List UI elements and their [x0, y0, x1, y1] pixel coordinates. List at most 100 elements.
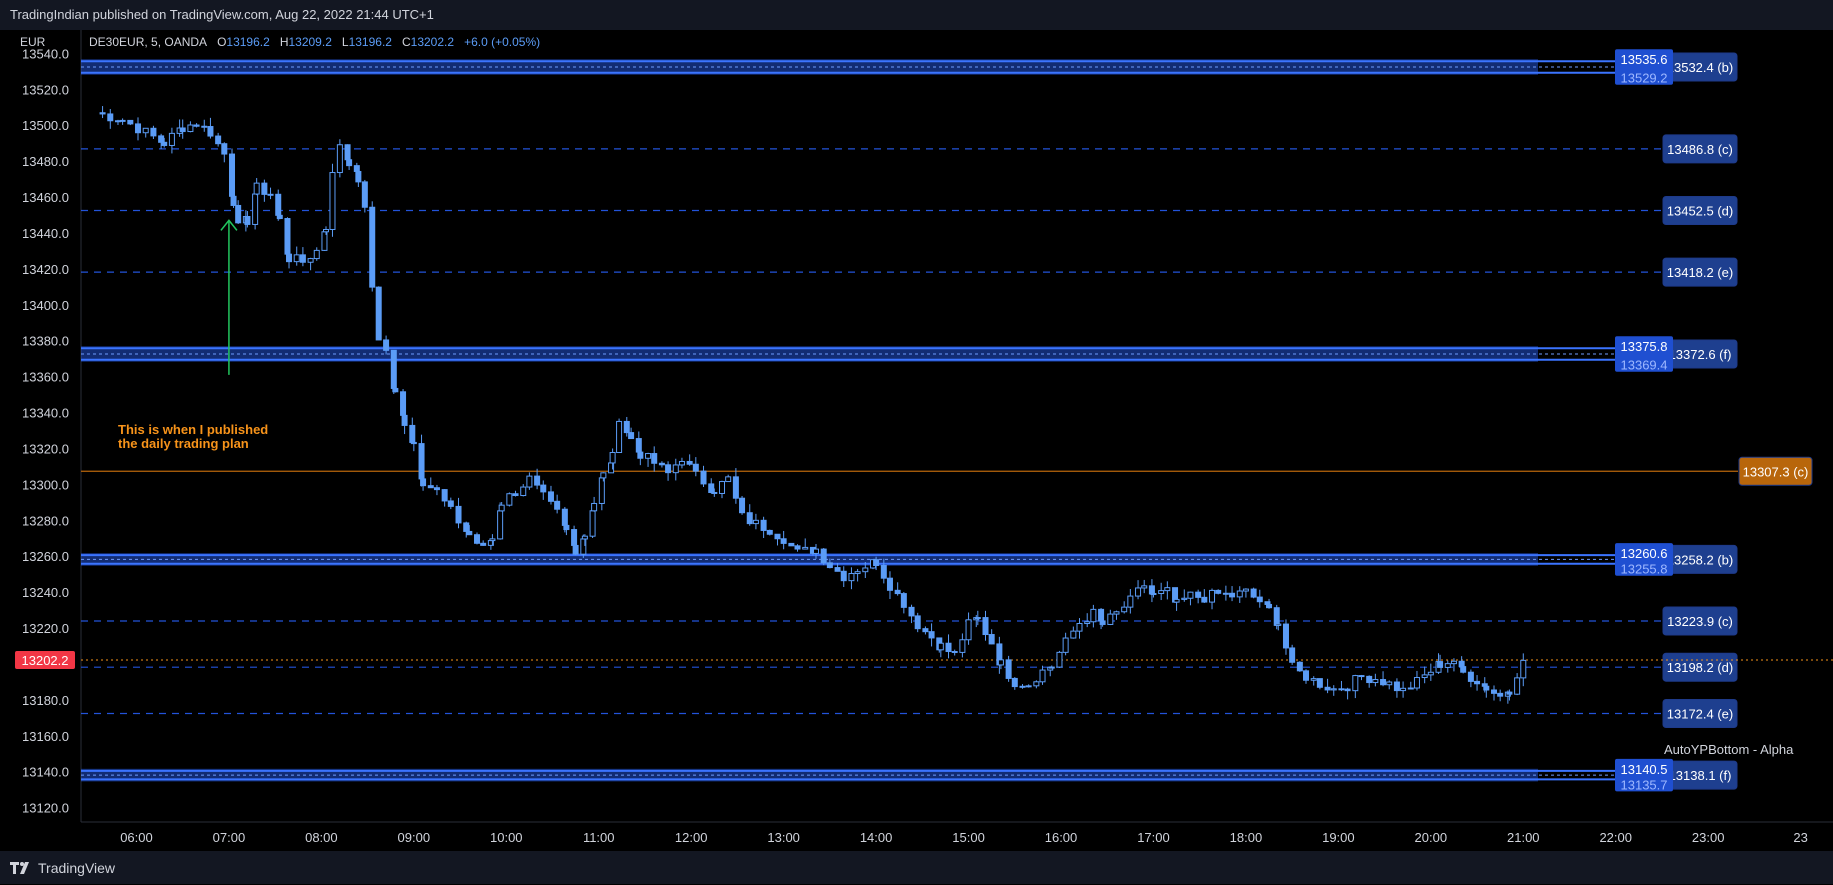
candle-body [563, 524, 570, 531]
candle-body [820, 548, 827, 564]
current-price-label: 13202.2 [22, 653, 69, 668]
candle-body [1250, 588, 1257, 598]
candle-body [982, 617, 989, 636]
zone-label: 13532.4 (b) [1667, 60, 1734, 75]
candle-body [1372, 679, 1379, 684]
candle-body [1141, 585, 1148, 589]
candle-body [1289, 647, 1296, 663]
candle-body [1173, 598, 1180, 603]
candle-body [1076, 622, 1083, 632]
candle-body [886, 577, 893, 591]
legend-symbol[interactable]: DE30EUR, 5, OANDA [89, 35, 207, 49]
candle-body [974, 617, 981, 620]
candle-body [1242, 588, 1249, 592]
candle-body [1005, 659, 1012, 679]
footer-brand[interactable]: TradingView [38, 860, 115, 876]
candle-body [253, 182, 260, 195]
candle-body [329, 172, 336, 230]
candle-body [401, 414, 408, 426]
candle-body [1229, 592, 1236, 598]
candle-body [658, 462, 665, 466]
zone-lower-label: 13135.7 [1621, 777, 1668, 792]
candle-body [672, 464, 679, 474]
candle-body [244, 216, 251, 225]
candle-body [1070, 630, 1077, 639]
candle-body [1474, 680, 1481, 685]
candle-body [1483, 685, 1490, 691]
dashed-level-label: 13452.5 (d) [1667, 203, 1734, 218]
candle-body [1352, 675, 1359, 692]
legend-change: +6.0 (+0.05%) [464, 35, 541, 49]
zone-label: 13258.2 (b) [1667, 552, 1734, 567]
candle-body [1338, 688, 1345, 691]
candle-body [826, 562, 833, 569]
x-tick-label: 15:00 [952, 830, 985, 845]
candle-body [1413, 677, 1420, 689]
candle-body [409, 424, 416, 443]
x-tick-label: 17:00 [1137, 830, 1170, 845]
candle-body [1135, 587, 1142, 597]
candle-body [802, 546, 809, 550]
candle-body [840, 570, 847, 582]
candle-body [427, 485, 434, 489]
candle-body [383, 339, 390, 351]
candle-body [107, 113, 114, 122]
candle-body [299, 254, 306, 263]
x-tick-label: 13:00 [767, 830, 800, 845]
x-tick-label: 19:00 [1322, 830, 1355, 845]
candle-body [252, 193, 259, 225]
candle-body [420, 478, 427, 487]
candle-body [355, 170, 362, 183]
candle-body [498, 504, 505, 512]
candle-body [665, 464, 672, 474]
candle-body [1113, 611, 1120, 615]
candle-body [725, 476, 732, 483]
x-tick-label: 07:00 [213, 830, 246, 845]
candle-body [1460, 666, 1467, 673]
candle-body [369, 206, 376, 288]
candle-body [616, 420, 623, 454]
candle-body [410, 441, 417, 445]
y-tick-label: 13280.0 [22, 513, 69, 528]
candle-body [1033, 681, 1040, 687]
candle-body [965, 619, 972, 641]
y-tick-label: 13460.0 [22, 190, 69, 205]
candle-body [678, 460, 685, 466]
chart-canvas[interactable]: 13540.013520.013500.013480.013460.013440… [0, 30, 1833, 851]
candle-body [433, 487, 440, 491]
y-tick-label: 13180.0 [22, 693, 69, 708]
candle-body [1084, 621, 1091, 624]
candle-body [1520, 659, 1527, 679]
candle-body [1310, 678, 1317, 681]
publish-text: TradingIndian published on TradingView.c… [10, 7, 434, 22]
candle-body [1324, 686, 1331, 691]
zone-upper-label: 13260.6 [1621, 546, 1668, 561]
candle-body [346, 159, 353, 167]
candle-body [1025, 685, 1032, 688]
candle-body [1039, 669, 1046, 683]
candle-body [1236, 590, 1243, 598]
y-tick-label: 13440.0 [22, 226, 69, 241]
candle-body [534, 475, 541, 486]
candle-body [1497, 692, 1504, 697]
candle-body [1222, 592, 1229, 595]
y-tick-label: 13340.0 [22, 406, 69, 421]
candle-body [708, 483, 715, 493]
legend-high-value: 13209.2 [288, 35, 332, 49]
candle-body [392, 387, 399, 393]
y-tick-label: 13140.0 [22, 765, 69, 780]
candle-body [780, 538, 787, 544]
candle-body [168, 132, 175, 146]
candle-body [474, 534, 481, 544]
annotation-line-2: the daily trading plan [118, 436, 249, 451]
candle-body [651, 453, 658, 464]
candle-body [1090, 608, 1097, 623]
candle-body [1450, 660, 1457, 665]
candle-body [1344, 688, 1351, 692]
candle-body [1282, 623, 1289, 649]
y-tick-label: 13120.0 [22, 801, 69, 816]
indicator-name[interactable]: AutoYPBottom - Alpha [1664, 742, 1793, 757]
x-tick-label: 23:00 [1692, 830, 1725, 845]
candle-body [774, 533, 781, 540]
candle-body [813, 548, 820, 554]
